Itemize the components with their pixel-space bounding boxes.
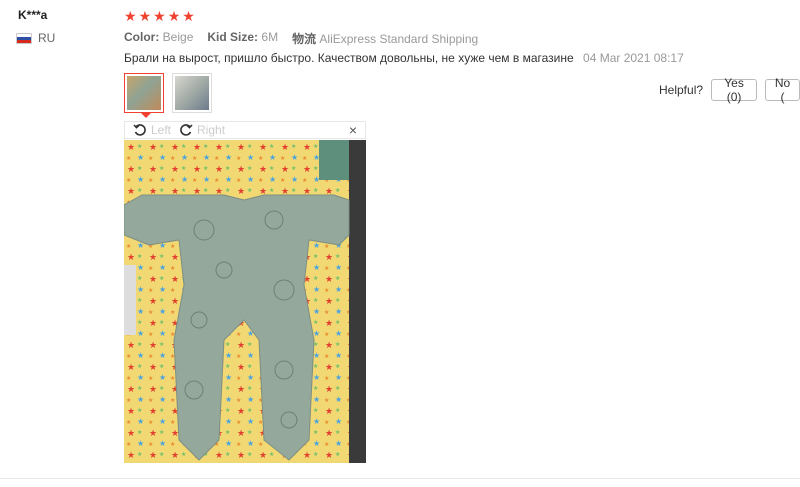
spec-color: Color: Beige [124, 30, 194, 44]
helpful-section: Helpful? Yes (0) No ( [659, 76, 800, 104]
russia-flag-icon [16, 32, 32, 44]
star-icon: ★ [138, 8, 152, 24]
close-icon[interactable]: × [349, 122, 357, 138]
rotate-right-label: Right [197, 123, 226, 137]
rotate-left-button[interactable]: Left [133, 123, 171, 137]
rotate-left-icon [133, 124, 146, 136]
helpful-no-button[interactable]: No ( [765, 76, 800, 104]
photo-image: ★ ★ ★ ★ [124, 140, 366, 463]
helpful-label: Helpful? [659, 83, 704, 97]
rotate-right-button[interactable]: Right [179, 123, 225, 137]
country-code: RU [38, 31, 56, 45]
helpful-yes-button[interactable]: Yes (0) [711, 76, 758, 104]
thumbnail-2[interactable] [172, 73, 212, 113]
thumbnail-1[interactable] [124, 73, 164, 118]
spec-shipping: 物流 AliExpress Standard Shipping [292, 32, 479, 46]
reviewer-country: RU [16, 31, 55, 45]
thumbnail-image [175, 76, 209, 110]
review-divider [0, 478, 800, 479]
review-thumbnails [124, 73, 212, 118]
review-photo[interactable]: ★ ★ ★ ★ [124, 140, 366, 463]
review-text: Брали на вырост, пришло быстро. Качество… [124, 51, 684, 65]
image-viewer-toolbar: Left Right × [124, 121, 366, 139]
star-icon: ★ [182, 8, 195, 24]
star-icon: ★ [153, 8, 166, 24]
rotate-left-label: Left [151, 123, 172, 137]
spec-kid-size: Kid Size: 6M [207, 30, 279, 44]
rotate-right-icon [180, 124, 193, 136]
order-specs: Color: Beige Kid Size: 6M 物流 AliExpress … [124, 30, 478, 47]
star-icon: ★ [124, 8, 137, 24]
star-icon: ★ [167, 8, 181, 24]
rating-stars: ★ ★ ★ ★ ★ [124, 8, 195, 24]
thumbnail-image [127, 76, 161, 110]
reviewer-name: K***a [18, 8, 48, 22]
review-time: 04 Mar 2021 08:17 [583, 51, 684, 65]
